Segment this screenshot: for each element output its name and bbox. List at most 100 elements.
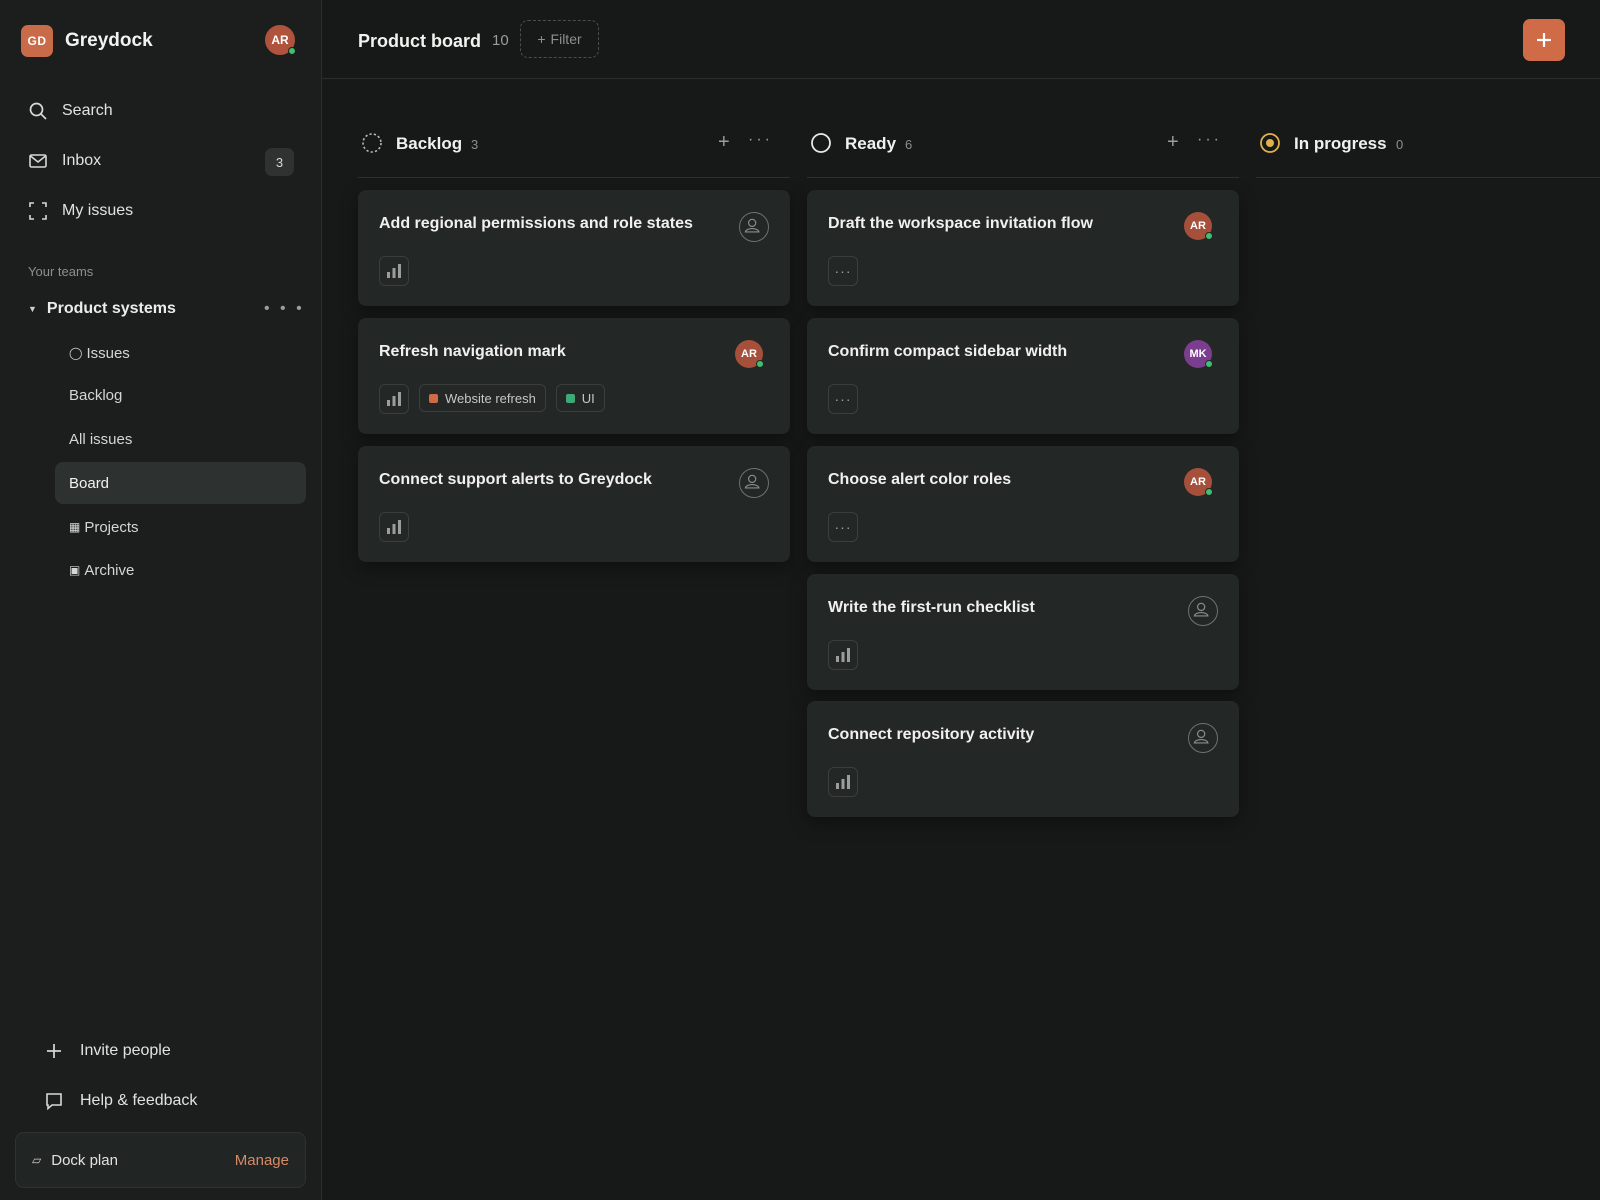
- circle-icon: ◯: [69, 346, 83, 360]
- inbox-count-badge: 3: [265, 148, 294, 176]
- sidebar-item-projects[interactable]: ▦ Projects: [55, 506, 306, 548]
- priority-button[interactable]: [828, 640, 858, 670]
- help-feedback-button[interactable]: Help & feedback: [44, 1091, 197, 1111]
- issue-card[interactable]: Add regional permissions and role states: [358, 190, 790, 306]
- issue-card[interactable]: Connect support alerts to Greydock: [358, 446, 790, 562]
- column-more-button[interactable]: ···: [1197, 131, 1222, 149]
- issue-card[interactable]: Draft the workspace invitation flow AR ·…: [807, 190, 1239, 306]
- nav-my-issues-label: My issues: [62, 202, 134, 219]
- sidebar-item-backlog[interactable]: Backlog: [55, 374, 306, 416]
- chat-bubble-icon: [46, 1093, 62, 1111]
- issue-properties: [828, 767, 858, 797]
- issue-title: Refresh navigation mark: [379, 343, 566, 360]
- assignee-avatar[interactable]: AR: [735, 340, 764, 368]
- unassigned-avatar-icon[interactable]: [1188, 596, 1218, 626]
- label-color-swatch: [429, 393, 438, 403]
- unassigned-avatar-icon[interactable]: [1188, 723, 1218, 753]
- issue-properties: ···: [828, 256, 858, 286]
- no-priority-button[interactable]: ···: [828, 256, 858, 286]
- help-feedback-label: Help & feedback: [80, 1092, 198, 1109]
- unassigned-avatar-icon[interactable]: [739, 468, 769, 498]
- assignee-initials: AR: [741, 348, 757, 360]
- priority-button[interactable]: [379, 256, 409, 286]
- sidebar-item-all-issues[interactable]: All issues: [55, 418, 306, 460]
- team-header[interactable]: ▼ Product systems: [28, 300, 176, 318]
- assignee-avatar[interactable]: AR: [1184, 212, 1213, 240]
- label-chip-ui[interactable]: UI: [555, 384, 605, 412]
- label-text: UI: [581, 390, 595, 406]
- user-avatar-initials: AR: [271, 33, 289, 47]
- issue-title: Confirm compact sidebar width: [828, 343, 1068, 360]
- issue-title: Write the first-run checklist: [828, 599, 1035, 616]
- invite-people-button[interactable]: Invite people: [44, 1041, 171, 1061]
- assignee-initials: AR: [1190, 476, 1206, 488]
- issue-title: Connect repository activity: [828, 726, 1035, 743]
- workspace-logo[interactable]: GD: [21, 25, 53, 57]
- label-color-swatch: [565, 393, 575, 403]
- online-status-dot: [1205, 232, 1213, 240]
- issue-card[interactable]: Connect repository activity: [807, 701, 1239, 817]
- sidebar-item-issues-label: Issues: [86, 344, 130, 362]
- assignee-initials: AR: [1190, 220, 1206, 232]
- issue-properties: [379, 512, 409, 542]
- filter-button[interactable]: + Filter: [520, 20, 599, 58]
- assignee-avatar[interactable]: MK: [1184, 340, 1213, 368]
- issue-title: Add regional permissions and role states: [379, 215, 693, 232]
- team-name: Product systems: [46, 300, 176, 317]
- column-add-button[interactable]: +: [718, 131, 730, 154]
- issue-properties: [379, 256, 409, 286]
- create-issue-button[interactable]: [1523, 19, 1565, 61]
- priority-button[interactable]: [379, 512, 409, 542]
- priority-button[interactable]: [379, 384, 409, 414]
- priority-bars-icon: [387, 392, 401, 406]
- nav-inbox[interactable]: Inbox: [28, 151, 101, 171]
- assignee-initials: MK: [1189, 348, 1207, 360]
- no-priority-icon: ···: [834, 391, 852, 407]
- caret-down-icon: ▼: [28, 304, 37, 314]
- issue-card[interactable]: Refresh navigation mark AR Website refre…: [358, 318, 790, 434]
- no-priority-button[interactable]: ···: [828, 384, 858, 414]
- nav-my-issues[interactable]: My issues: [28, 201, 133, 221]
- issue-title: Draft the workspace invitation flow: [828, 215, 1093, 232]
- focus-frame-icon: [29, 202, 47, 220]
- sidebar-item-archive-label: Archive: [84, 561, 135, 579]
- sidebar-item-board[interactable]: Board: [55, 462, 306, 504]
- column-more-button[interactable]: ···: [748, 131, 773, 149]
- sidebar-item-archive[interactable]: ▣ Archive: [55, 549, 306, 591]
- online-status-dot: [1205, 360, 1213, 368]
- column-add-button[interactable]: +: [1167, 131, 1179, 154]
- sidebar-item-board-label: Board: [69, 474, 110, 492]
- issue-card[interactable]: Confirm compact sidebar width MK ···: [807, 318, 1239, 434]
- plan-icon: ▱: [32, 1153, 42, 1167]
- user-avatar[interactable]: AR: [265, 25, 296, 55]
- online-status-dot: [756, 360, 764, 368]
- sidebar-item-all-issues-label: All issues: [69, 430, 133, 448]
- no-priority-icon: ···: [834, 519, 852, 535]
- teams-section-label: Your teams: [28, 264, 94, 279]
- team-more-button[interactable]: • • •: [264, 300, 305, 318]
- issue-properties: ···: [828, 384, 858, 414]
- label-chip-website-refresh[interactable]: Website refresh: [419, 384, 546, 412]
- column-count: 6: [905, 137, 913, 152]
- workspace-name[interactable]: Greydock: [65, 30, 153, 52]
- label-text: Website refresh: [445, 390, 536, 406]
- column-count: 3: [471, 137, 479, 152]
- unassigned-avatar-icon[interactable]: [739, 212, 769, 242]
- board-header: Product board 10 + Filter: [322, 0, 1600, 79]
- issue-properties: ···: [828, 512, 858, 542]
- plus-icon: [47, 1044, 61, 1058]
- issue-card[interactable]: Write the first-run checklist: [807, 574, 1239, 690]
- priority-bars-icon: [836, 648, 850, 662]
- no-priority-button[interactable]: ···: [828, 512, 858, 542]
- nav-search[interactable]: Search: [28, 101, 113, 121]
- assignee-avatar[interactable]: AR: [1184, 468, 1213, 496]
- invite-people-label: Invite people: [80, 1042, 171, 1059]
- issue-card[interactable]: Choose alert color roles AR ···: [807, 446, 1239, 562]
- search-icon: [29, 102, 47, 120]
- plus-icon: [1537, 33, 1551, 47]
- online-status-dot: [1205, 488, 1213, 496]
- priority-button[interactable]: [828, 767, 858, 797]
- sidebar-item-issues[interactable]: ◯ Issues: [55, 332, 306, 374]
- manage-plan-link[interactable]: Manage: [235, 1152, 289, 1169]
- column-header-in-progress: In progress 0: [1256, 128, 1600, 178]
